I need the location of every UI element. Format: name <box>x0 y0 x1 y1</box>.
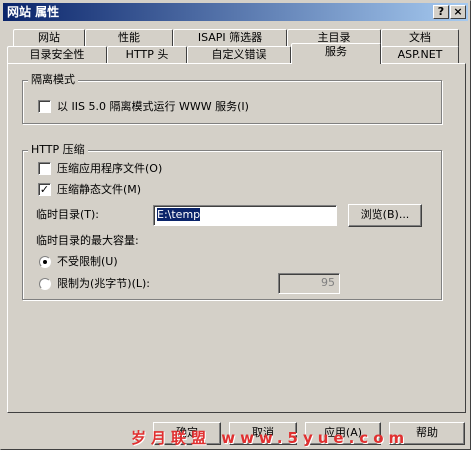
tab-service[interactable]: 服务 <box>291 43 381 64</box>
tab-http-headers[interactable]: HTTP 头 <box>107 46 187 64</box>
tab-directory-security[interactable]: 目录安全性 <box>7 46 107 64</box>
isolation-checkbox[interactable] <box>38 100 51 113</box>
tab-performance[interactable]: 性能 <box>85 29 173 47</box>
service-tab-panel: 隔离模式 以 IIS 5.0 隔离模式运行 WWW 服务(I) HTTP 压缩 … <box>7 63 466 413</box>
tab-website[interactable]: 网站 <box>13 29 85 47</box>
watermark: 岁月联盟 www.5yue.com <box>131 429 410 447</box>
checkmark-icon: ✓ <box>39 183 50 196</box>
properties-window: 网站 属性 ? × 网站 性能 ISAPI 筛选器 主目录 文档 目录安全性 H… <box>0 0 471 450</box>
temp-dir-label: 临时目录(T): <box>36 208 100 221</box>
http-compression-legend: HTTP 压缩 <box>28 143 88 156</box>
limit-input[interactable]: 95 <box>278 273 340 294</box>
tab-aspnet[interactable]: ASP.NET <box>381 46 459 64</box>
close-icon[interactable]: × <box>450 5 466 19</box>
temp-dir-input[interactable]: E:\temp <box>153 205 337 226</box>
compress-app-checkbox[interactable] <box>38 162 51 175</box>
radio-dot <box>43 260 47 264</box>
limit-label: 限制为(兆字节)(L): <box>57 277 151 290</box>
window-title: 网站 属性 <box>7 5 60 19</box>
compress-static-label: 压缩静态文件(M) <box>57 183 142 196</box>
temp-dir-value: E:\temp <box>157 208 201 221</box>
limit-radio[interactable] <box>39 278 51 290</box>
isolation-mode-legend: 隔离模式 <box>28 73 78 86</box>
title-bar: 网站 属性 ? × <box>3 3 468 21</box>
tab-documents[interactable]: 文档 <box>381 29 459 47</box>
isolation-checkbox-label: 以 IIS 5.0 隔离模式运行 WWW 服务(I) <box>57 100 249 113</box>
compress-app-label: 压缩应用程序文件(O) <box>57 162 163 175</box>
browse-button[interactable]: 浏览(B)... <box>348 204 422 227</box>
unlimited-radio[interactable] <box>39 256 51 268</box>
help-icon[interactable]: ? <box>433 5 449 19</box>
tab-isapi-filters[interactable]: ISAPI 筛选器 <box>173 29 287 47</box>
max-size-label: 临时目录的最大容量: <box>36 234 139 247</box>
compress-static-checkbox[interactable]: ✓ <box>38 183 51 196</box>
tab-custom-errors[interactable]: 自定义错误 <box>187 46 291 64</box>
unlimited-label: 不受限制(U) <box>57 255 118 268</box>
